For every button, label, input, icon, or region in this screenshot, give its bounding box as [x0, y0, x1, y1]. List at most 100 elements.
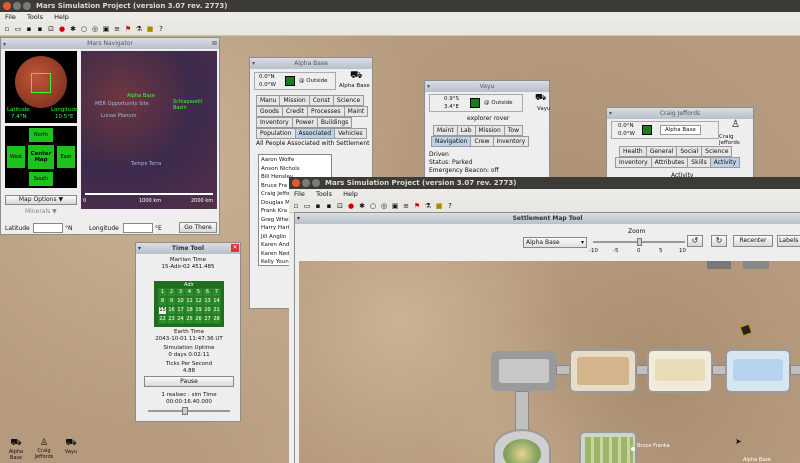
person-list-item[interactable]: Anson Nichols — [261, 165, 329, 174]
desktop-icon-vayu[interactable]: ⛟ Vayu — [62, 438, 80, 455]
minimize-icon[interactable] — [13, 2, 21, 10]
compass-north-button[interactable]: North — [29, 128, 53, 142]
building-module[interactable] — [647, 349, 713, 393]
time-icon[interactable]: ◎ — [90, 24, 100, 34]
greenhouse-module[interactable] — [493, 429, 551, 463]
science-icon[interactable]: ⚗ — [423, 201, 433, 211]
tab-crew[interactable]: Crew — [470, 136, 494, 147]
speed-slider-knob[interactable] — [182, 407, 188, 415]
location-map-icon[interactable] — [470, 98, 480, 108]
help-icon[interactable]: ? — [445, 201, 455, 211]
compass-west-button[interactable]: West — [7, 146, 25, 168]
menu-tools[interactable]: Tools — [27, 13, 43, 21]
speed-slider[interactable] — [148, 407, 230, 415]
time-icon[interactable]: ◎ — [379, 201, 389, 211]
window-menu-icon[interactable]: ▾ — [297, 213, 300, 224]
desktop-icon-craig[interactable]: ♙ Craig Jeffords — [30, 438, 58, 460]
building-module[interactable] — [579, 431, 637, 463]
menu-file[interactable]: File — [5, 13, 16, 21]
rotate-ccw-button[interactable]: ↺ — [687, 235, 703, 247]
navigator-icon[interactable]: ○ — [368, 201, 378, 211]
window-menu-icon[interactable]: ▾ — [427, 81, 430, 92]
tab-associated[interactable]: Associated — [294, 128, 336, 139]
save-as-icon[interactable]: ▪ — [324, 201, 334, 211]
lon-unit[interactable]: °E — [155, 225, 162, 232]
globe-icon[interactable]: ● — [57, 24, 67, 34]
science-icon[interactable]: ⚗ — [134, 24, 144, 34]
save-as-icon[interactable]: ▪ — [35, 24, 45, 34]
zoom-slider-knob[interactable] — [637, 238, 642, 246]
maximize-icon[interactable] — [312, 179, 320, 187]
tab-science[interactable]: Science — [701, 146, 733, 157]
building-module[interactable] — [569, 349, 637, 393]
tab-inventory[interactable]: Inventory — [615, 157, 652, 168]
tab-activity[interactable]: Activity — [709, 157, 741, 168]
close-icon[interactable] — [3, 2, 11, 10]
save-icon[interactable]: ▪ — [24, 24, 34, 34]
tab-power[interactable]: Power — [291, 117, 318, 128]
map-options-button[interactable]: Map Options ▼ — [5, 195, 77, 205]
tab-tow[interactable]: Tow — [503, 125, 523, 136]
tab-vehicles[interactable]: Vehicles — [334, 128, 367, 139]
tab-attributes[interactable]: Attributes — [650, 157, 689, 168]
building-module[interactable] — [725, 349, 791, 393]
tab-manu[interactable]: Manu — [256, 95, 281, 106]
building-module[interactable] — [491, 351, 557, 391]
tab-general[interactable]: General — [645, 146, 678, 157]
close-icon[interactable] — [292, 179, 300, 187]
tab-processes[interactable]: Processes — [306, 106, 345, 117]
compass-south-button[interactable]: South — [29, 172, 53, 186]
labels-button[interactable]: Labels ▼ — [777, 235, 800, 247]
tab-maint[interactable]: Maint — [343, 106, 369, 117]
resupply-icon[interactable]: ■ — [145, 24, 155, 34]
location-map-icon[interactable] — [285, 76, 295, 86]
tab-population[interactable]: Population — [256, 128, 296, 139]
new-icon[interactable]: ▫ — [291, 201, 301, 211]
surface-map[interactable]: MER Opportunity Site Alpha Base Lunae Pl… — [81, 51, 217, 209]
person-marker[interactable] — [631, 447, 635, 451]
minimize-icon[interactable] — [302, 179, 310, 187]
longitude-input[interactable] — [123, 223, 153, 233]
tab-inventory[interactable]: Inventory — [492, 136, 530, 147]
window-menu-icon[interactable]: ▾ — [609, 108, 612, 119]
tab-navigation[interactable]: Navigation — [431, 136, 472, 147]
open-icon[interactable]: ▭ — [13, 24, 23, 34]
center-map-button[interactable]: Center Map — [27, 144, 55, 170]
close-icon[interactable]: ✕ — [231, 244, 239, 252]
tab-health[interactable]: Health — [619, 146, 647, 157]
save-icon[interactable]: ▪ — [313, 201, 323, 211]
settlement-select[interactable]: Alpha Base ▾ — [523, 237, 587, 248]
corridor[interactable] — [515, 391, 529, 431]
search-icon[interactable]: ✱ — [357, 201, 367, 211]
pause-button[interactable]: Pause — [144, 376, 234, 387]
window-menu-icon[interactable]: ▾ — [252, 58, 255, 69]
flag-icon[interactable]: ⚑ — [412, 201, 422, 211]
go-there-button[interactable]: Go There — [179, 222, 217, 233]
monitor-icon[interactable]: ▣ — [390, 201, 400, 211]
vehicle-icon[interactable] — [743, 261, 769, 269]
globe-panel[interactable]: Latitude Longitude 7.4°N 10.5°E — [5, 51, 78, 123]
tab-mission[interactable]: Mission — [474, 125, 505, 136]
tab-science[interactable]: Science — [332, 95, 365, 106]
maximize-icon[interactable] — [23, 2, 31, 10]
flag-icon[interactable]: ⚑ — [123, 24, 133, 34]
rotate-cw-button[interactable]: ↻ — [711, 235, 727, 247]
exit-icon[interactable]: ⊡ — [46, 24, 56, 34]
tab-buildings[interactable]: Buildings — [316, 117, 353, 128]
search-icon[interactable]: ✱ — [68, 24, 78, 34]
lat-unit[interactable]: °N — [65, 225, 73, 232]
latitude-input[interactable] — [33, 223, 63, 233]
menu-help[interactable]: Help — [343, 190, 358, 198]
vehicle-icon[interactable] — [739, 323, 753, 337]
close-icon[interactable]: ⊠ — [212, 38, 217, 49]
tab-mission[interactable]: Mission — [279, 95, 310, 106]
vehicle-icon[interactable] — [707, 261, 731, 269]
monitor-icon[interactable]: ▣ — [101, 24, 111, 34]
tab-const[interactable]: Const — [308, 95, 334, 106]
settlement-map-canvas[interactable]: Bruce Franka Alpha Base ➤ — [299, 261, 800, 463]
tab-inventory[interactable]: Inventory — [256, 117, 293, 128]
tab-goods[interactable]: Goods — [256, 106, 283, 117]
window-menu-icon[interactable]: ▾ — [3, 39, 6, 50]
tab-maint[interactable]: Maint — [433, 125, 458, 136]
navigator-icon[interactable]: ○ — [79, 24, 89, 34]
